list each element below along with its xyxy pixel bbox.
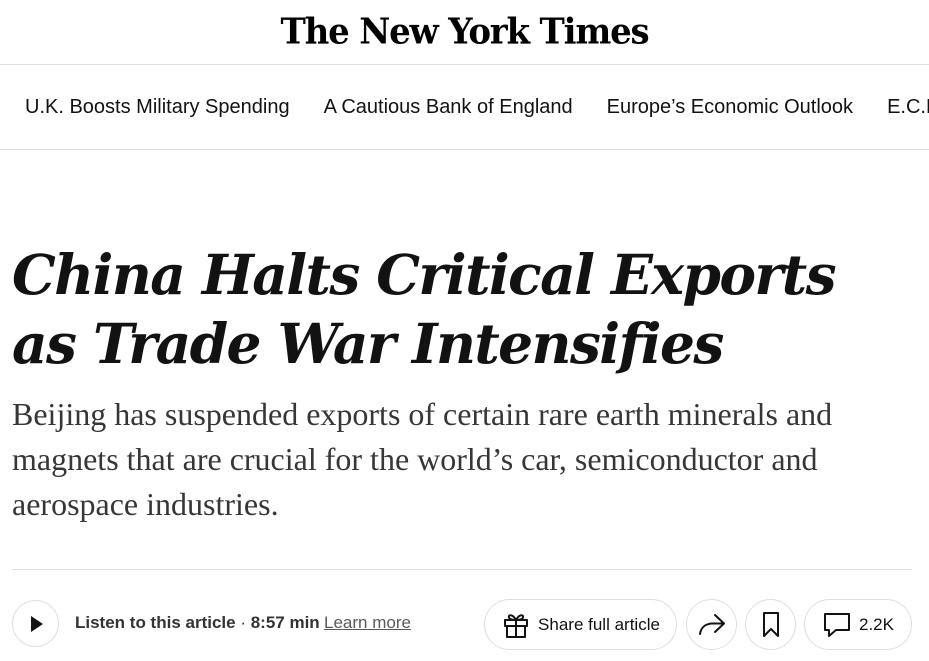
save-bookmark-button[interactable] [745,599,796,650]
share-arrow-icon [698,613,725,635]
masthead: The New York Times [0,0,929,65]
bookmark-icon [762,611,779,637]
comments-button[interactable]: 2.2K [804,599,912,650]
share-button[interactable] [686,599,737,650]
divider [12,569,912,570]
share-label: Share full article [538,614,660,634]
comments-count: 2.2K [859,614,894,634]
listen-separator: · [235,613,251,632]
learn-more-link[interactable]: Learn more [324,613,411,633]
article-headline: China Halts Critical Exports as Trade Wa… [12,242,837,376]
play-audio-button[interactable] [12,600,59,647]
nyt-logo[interactable]: The New York Times [281,11,650,53]
comment-icon [824,612,850,637]
share-full-article-button[interactable]: Share full article [484,599,677,650]
gift-icon [504,613,529,638]
subnav-item-ecb[interactable]: E.C.B. [887,96,929,119]
article-actions-bar: Listen to this article · 8:57 min Learn … [12,599,912,650]
subnav-item-economic-outlook[interactable]: Europe’s Economic Outlook [607,96,853,119]
subnav-item-military-spending[interactable]: U.K. Boosts Military Spending [25,96,290,119]
play-icon [30,615,43,632]
audio-duration: 8:57 min [250,613,320,632]
listen-info: Listen to this article · 8:57 min [75,613,320,633]
topic-subnav: U.K. Boosts Military Spending A Cautious… [0,65,929,150]
subnav-item-bank-of-england[interactable]: A Cautious Bank of England [324,96,573,119]
listen-label: Listen to this article [75,613,236,632]
article-summary: Beijing has suspended exports of certain… [12,396,833,522]
